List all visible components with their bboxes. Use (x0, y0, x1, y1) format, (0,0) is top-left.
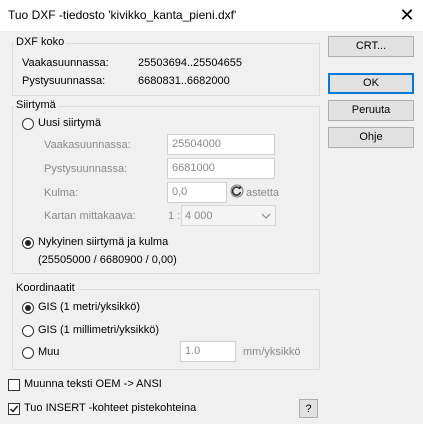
dxf-size-legend: DXF koko (14, 36, 67, 48)
other-radio[interactable] (22, 347, 34, 359)
cancel-button[interactable]: Peruuta (328, 100, 414, 121)
gis-mm-label[interactable]: GIS (1 millimetri/yksikkö) (38, 324, 159, 336)
scale-select-value: 4 000 (185, 210, 213, 222)
gis-meter-label[interactable]: GIS (1 metri/yksikkö) (38, 301, 140, 313)
angle-unit: astetta (246, 187, 280, 199)
rotate-icon[interactable] (230, 184, 244, 198)
help-question-button[interactable]: ? (299, 399, 318, 418)
other-unit: mm/yksikkö (243, 346, 301, 358)
current-shift-label[interactable]: Nykyinen siirtymä ja kulma (38, 236, 168, 248)
scale-label: Kartan mittakaava: (44, 210, 136, 222)
dxf-horizontal-label: Vaakasuunnassa: (22, 57, 109, 69)
close-icon[interactable]: ✕ (394, 3, 420, 27)
gis-mm-radio[interactable] (22, 325, 34, 337)
new-shift-radio[interactable] (22, 118, 34, 130)
dxf-vertical-label: Pystysuunnassa: (22, 75, 106, 87)
shift-legend: Siirtymä (14, 99, 58, 111)
checkmark-icon (9, 405, 19, 413)
insert-points-checkbox[interactable] (8, 403, 20, 415)
convert-oem-checkbox[interactable] (8, 379, 20, 391)
angle-input[interactable]: 0,0 (167, 182, 227, 203)
angle-label: Kulma: (44, 187, 79, 199)
window-title: Tuo DXF -tiedosto 'kivikko_kanta_pieni.d… (8, 8, 237, 22)
gis-meter-radio[interactable] (22, 302, 34, 314)
dxf-vertical-value: 6680831..6682000 (138, 75, 230, 87)
shift-horizontal-label: Vaakasuunnassa: (44, 139, 131, 151)
coordinates-legend: Koordinaatit (14, 282, 77, 294)
dxf-size-group (12, 43, 320, 96)
new-shift-label[interactable]: Uusi siirtymä (38, 117, 101, 129)
scale-prefix: 1 : (168, 210, 181, 222)
current-shift-value: (25505000 / 6680900 / 0,00) (38, 254, 177, 266)
help-button[interactable]: Ohje (328, 127, 414, 148)
crt-button[interactable]: CRT... (328, 36, 414, 57)
dxf-horizontal-value: 25503694..25504655 (138, 57, 242, 69)
insert-points-label[interactable]: Tuo INSERT -kohteet pistekohteina (24, 402, 196, 414)
current-shift-radio[interactable] (22, 237, 34, 249)
convert-oem-label[interactable]: Muunna teksti OEM -> ANSI (24, 378, 162, 390)
other-label[interactable]: Muu (38, 346, 59, 358)
shift-horizontal-input[interactable]: 25504000 (167, 134, 275, 155)
ok-button[interactable]: OK (328, 73, 414, 94)
other-value-input[interactable]: 1.0 (180, 341, 236, 362)
shift-vertical-label: Pystysuunnassa: (44, 163, 128, 175)
shift-vertical-input[interactable]: 6681000 (167, 158, 275, 179)
chevron-down-icon (261, 213, 271, 219)
